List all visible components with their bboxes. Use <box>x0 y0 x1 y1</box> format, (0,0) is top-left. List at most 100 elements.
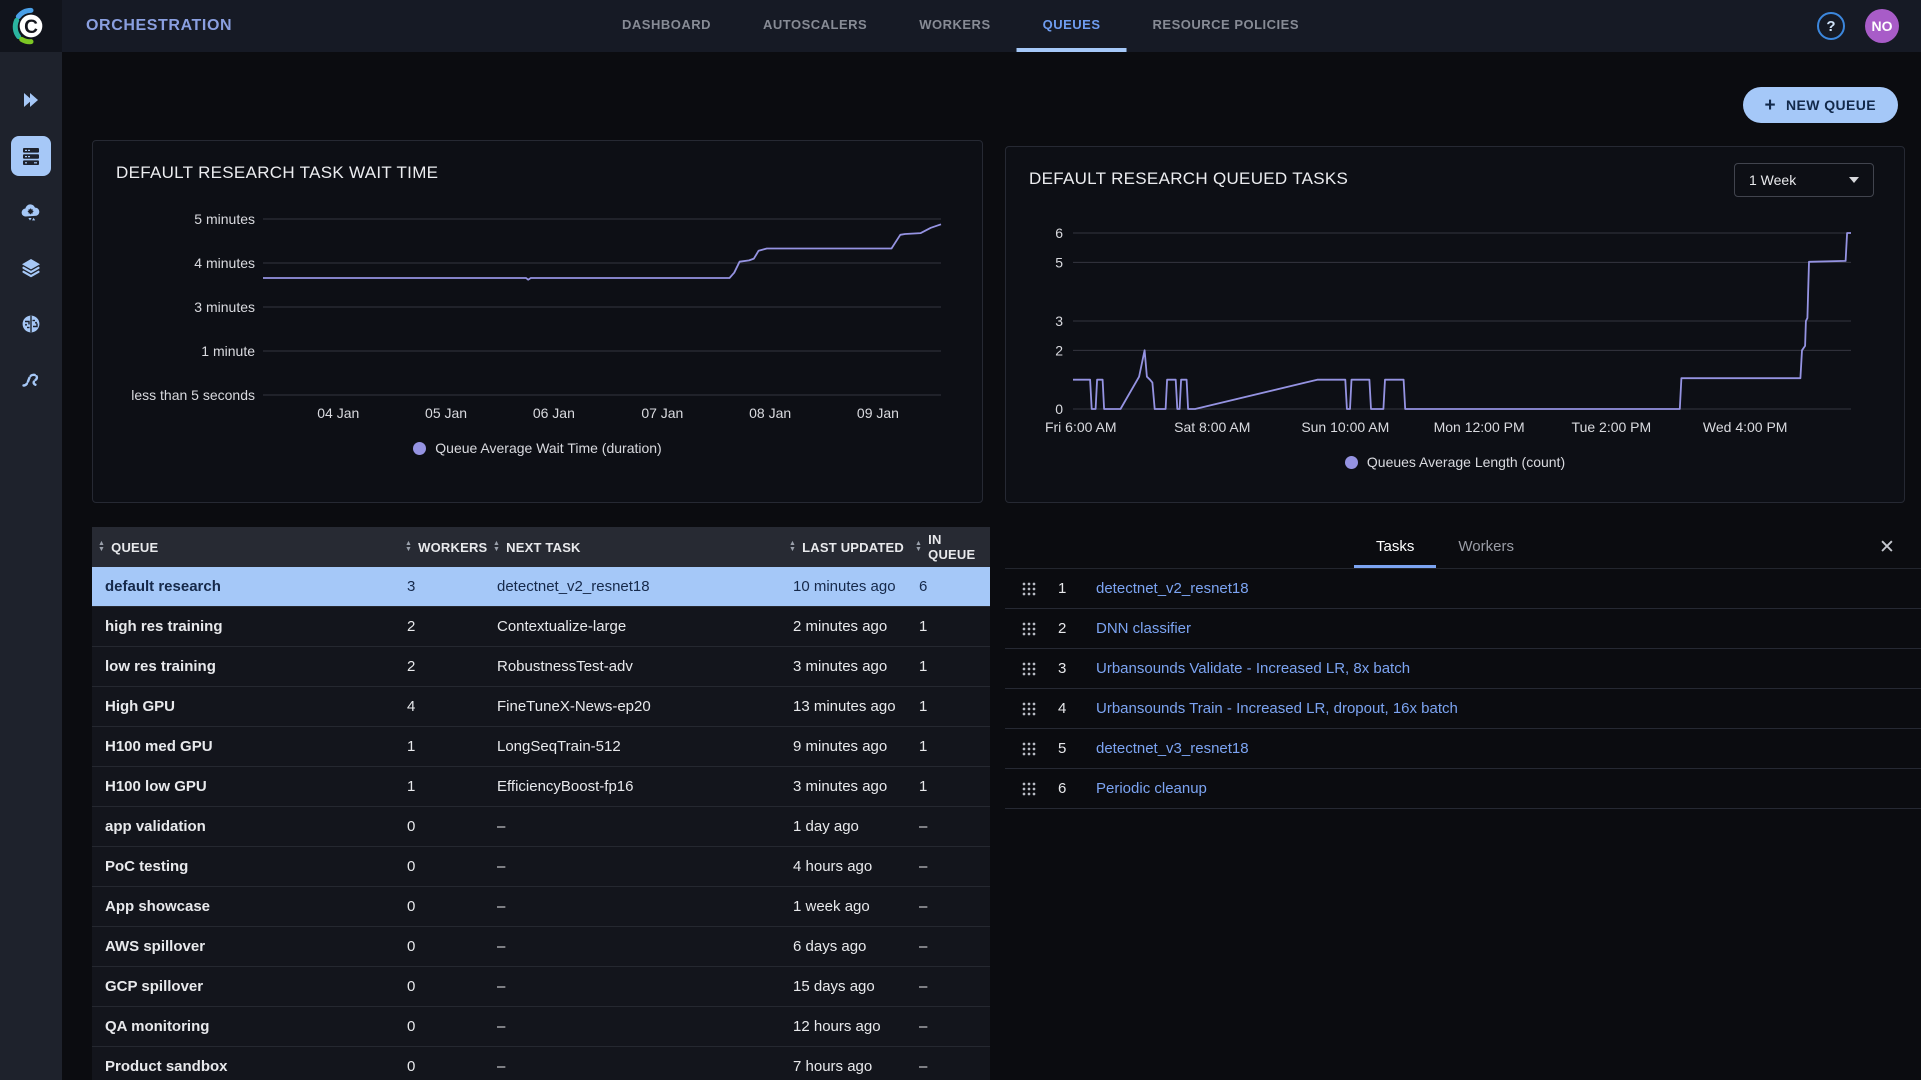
top-header: C ORCHESTRATION DASHBOARDAUTOSCALERSWORK… <box>0 0 1921 52</box>
app-logo[interactable]: C <box>0 0 62 52</box>
drag-handle-icon[interactable] <box>1022 782 1036 796</box>
cell-queue: GCP spillover <box>92 978 405 995</box>
task-link[interactable]: detectnet_v2_resnet18 <box>1096 580 1249 597</box>
cell-next-task: – <box>489 938 779 955</box>
cell-next-task: RobustnessTest-adv <box>489 658 779 675</box>
cell-next-task: – <box>489 898 779 915</box>
cell-next-task: detectnet_v2_resnet18 <box>489 578 779 595</box>
column-header-in-queue[interactable]: ▲▼ IN QUEUE <box>915 532 990 562</box>
drag-handle-icon[interactable] <box>1022 662 1036 676</box>
cell-in-queue: 1 <box>915 618 990 635</box>
table-row[interactable]: low res training2RobustnessTest-adv3 min… <box>92 647 990 687</box>
svg-text:09 Jan: 09 Jan <box>857 405 899 421</box>
svg-text:Sat 8:00 AM: Sat 8:00 AM <box>1174 419 1250 435</box>
panel-tabs: TasksWorkers <box>1005 528 1885 568</box>
table-row[interactable]: app validation0–1 day ago– <box>92 807 990 847</box>
panel-tab-tasks[interactable]: Tasks <box>1354 528 1436 568</box>
tab-queues[interactable]: QUEUES <box>1017 0 1127 52</box>
list-item: 2DNN classifier <box>1005 609 1921 649</box>
cell-queue: High GPU <box>92 698 405 715</box>
column-header-queue[interactable]: ▲▼QUEUE <box>92 540 405 555</box>
new-queue-button[interactable]: + NEW QUEUE <box>1743 87 1898 123</box>
layers-icon[interactable] <box>11 248 51 288</box>
task-link[interactable]: Urbansounds Validate - Increased LR, 8x … <box>1096 660 1410 677</box>
task-link[interactable]: Urbansounds Train - Increased LR, dropou… <box>1096 700 1458 717</box>
tab-resource-policies[interactable]: RESOURCE POLICIES <box>1127 0 1325 52</box>
time-range-value: 1 Week <box>1749 172 1796 188</box>
column-header-next-task[interactable]: ▲▼NEXT TASK <box>489 540 779 555</box>
cell-queue: Product sandbox <box>92 1058 405 1075</box>
tab-autoscalers[interactable]: AUTOSCALERS <box>737 0 893 52</box>
cell-in-queue: – <box>915 858 990 875</box>
cell-last-updated: 1 day ago <box>779 818 915 835</box>
cell-next-task: – <box>489 1018 779 1035</box>
table-row[interactable]: AWS spillover0–6 days ago– <box>92 927 990 967</box>
drag-handle-icon[interactable] <box>1022 582 1036 596</box>
close-icon[interactable]: ✕ <box>1874 534 1900 560</box>
cell-workers: 0 <box>405 1058 489 1075</box>
cloud-autoscaler-icon[interactable] <box>11 192 51 232</box>
table-row[interactable]: H100 low GPU1EfficiencyBoost-fp163 minut… <box>92 767 990 807</box>
cell-workers: 0 <box>405 898 489 915</box>
table-header: ▲▼QUEUE▲▼WORKERS▲▼NEXT TASK▲▼LAST UPDATE… <box>92 527 990 567</box>
column-label: WORKERS <box>418 540 487 555</box>
cell-in-queue: 1 <box>915 698 990 715</box>
svg-text:6: 6 <box>1055 225 1063 241</box>
header-right: ? NO <box>1817 9 1921 43</box>
brain-icon[interactable] <box>11 304 51 344</box>
sort-icon: ▲▼ <box>493 541 500 553</box>
nav-tabs: DASHBOARDAUTOSCALERSWORKERSQUEUESRESOURC… <box>596 0 1325 52</box>
task-link[interactable]: Periodic cleanup <box>1096 780 1207 797</box>
column-header-last-updated[interactable]: ▲▼LAST UPDATED <box>779 540 915 555</box>
cell-next-task: Contextualize-large <box>489 618 779 635</box>
chevron-down-icon <box>1849 177 1859 183</box>
svg-text:4 minutes: 4 minutes <box>194 255 255 271</box>
svg-text:1 minute: 1 minute <box>201 343 255 359</box>
tab-dashboard[interactable]: DASHBOARD <box>596 0 737 52</box>
table-row[interactable]: PoC testing0–4 hours ago– <box>92 847 990 887</box>
time-range-dropdown[interactable]: 1 Week <box>1734 163 1874 197</box>
tab-workers[interactable]: WORKERS <box>893 0 1016 52</box>
cell-last-updated: 2 minutes ago <box>779 618 915 635</box>
drag-handle-icon[interactable] <box>1022 702 1036 716</box>
panel-tab-workers[interactable]: Workers <box>1436 528 1536 568</box>
cell-in-queue: – <box>915 818 990 835</box>
cell-last-updated: 10 minutes ago <box>779 578 915 595</box>
table-row[interactable]: High GPU4FineTuneX-News-ep2013 minutes a… <box>92 687 990 727</box>
help-icon[interactable]: ? <box>1817 12 1845 40</box>
cell-in-queue: 1 <box>915 738 990 755</box>
task-link[interactable]: DNN classifier <box>1096 620 1191 637</box>
cell-queue: AWS spillover <box>92 938 405 955</box>
cell-next-task: FineTuneX-News-ep20 <box>489 698 779 715</box>
orchestration-icon[interactable] <box>11 136 51 176</box>
cell-next-task: – <box>489 1058 779 1075</box>
table-row[interactable]: QA monitoring0–12 hours ago– <box>92 1007 990 1047</box>
table-row[interactable]: Product sandbox0–7 hours ago– <box>92 1047 990 1080</box>
legend-label: Queue Average Wait Time (duration) <box>435 440 661 456</box>
avatar[interactable]: NO <box>1865 9 1899 43</box>
drag-handle-icon[interactable] <box>1022 622 1036 636</box>
table-row[interactable]: H100 med GPU1LongSeqTrain-5129 minutes a… <box>92 727 990 767</box>
cell-last-updated: 9 minutes ago <box>779 738 915 755</box>
svg-text:3 minutes: 3 minutes <box>194 299 255 315</box>
table-row[interactable]: GCP spillover0–15 days ago– <box>92 967 990 1007</box>
column-header-workers[interactable]: ▲▼WORKERS <box>405 540 489 555</box>
chart-legend: Queues Average Length (count) <box>1006 454 1904 470</box>
sort-icon: ▲▼ <box>915 541 922 553</box>
column-label: IN QUEUE <box>928 532 990 562</box>
cell-queue: app validation <box>92 818 405 835</box>
table-row[interactable]: default research3detectnet_v2_resnet1810… <box>92 567 990 607</box>
table-row[interactable]: high res training2Contextualize-large2 m… <box>92 607 990 647</box>
task-link[interactable]: detectnet_v3_resnet18 <box>1096 740 1249 757</box>
svg-text:3: 3 <box>1055 313 1063 329</box>
task-index: 5 <box>1058 740 1084 757</box>
list-item: 4Urbansounds Train - Increased LR, dropo… <box>1005 689 1921 729</box>
task-index: 1 <box>1058 580 1084 597</box>
pipelines-icon[interactable] <box>11 360 51 400</box>
task-index: 6 <box>1058 780 1084 797</box>
cell-next-task: LongSeqTrain-512 <box>489 738 779 755</box>
cell-in-queue: – <box>915 1058 990 1075</box>
drag-handle-icon[interactable] <box>1022 742 1036 756</box>
expand-icon[interactable] <box>11 80 51 120</box>
table-row[interactable]: App showcase0–1 week ago– <box>92 887 990 927</box>
